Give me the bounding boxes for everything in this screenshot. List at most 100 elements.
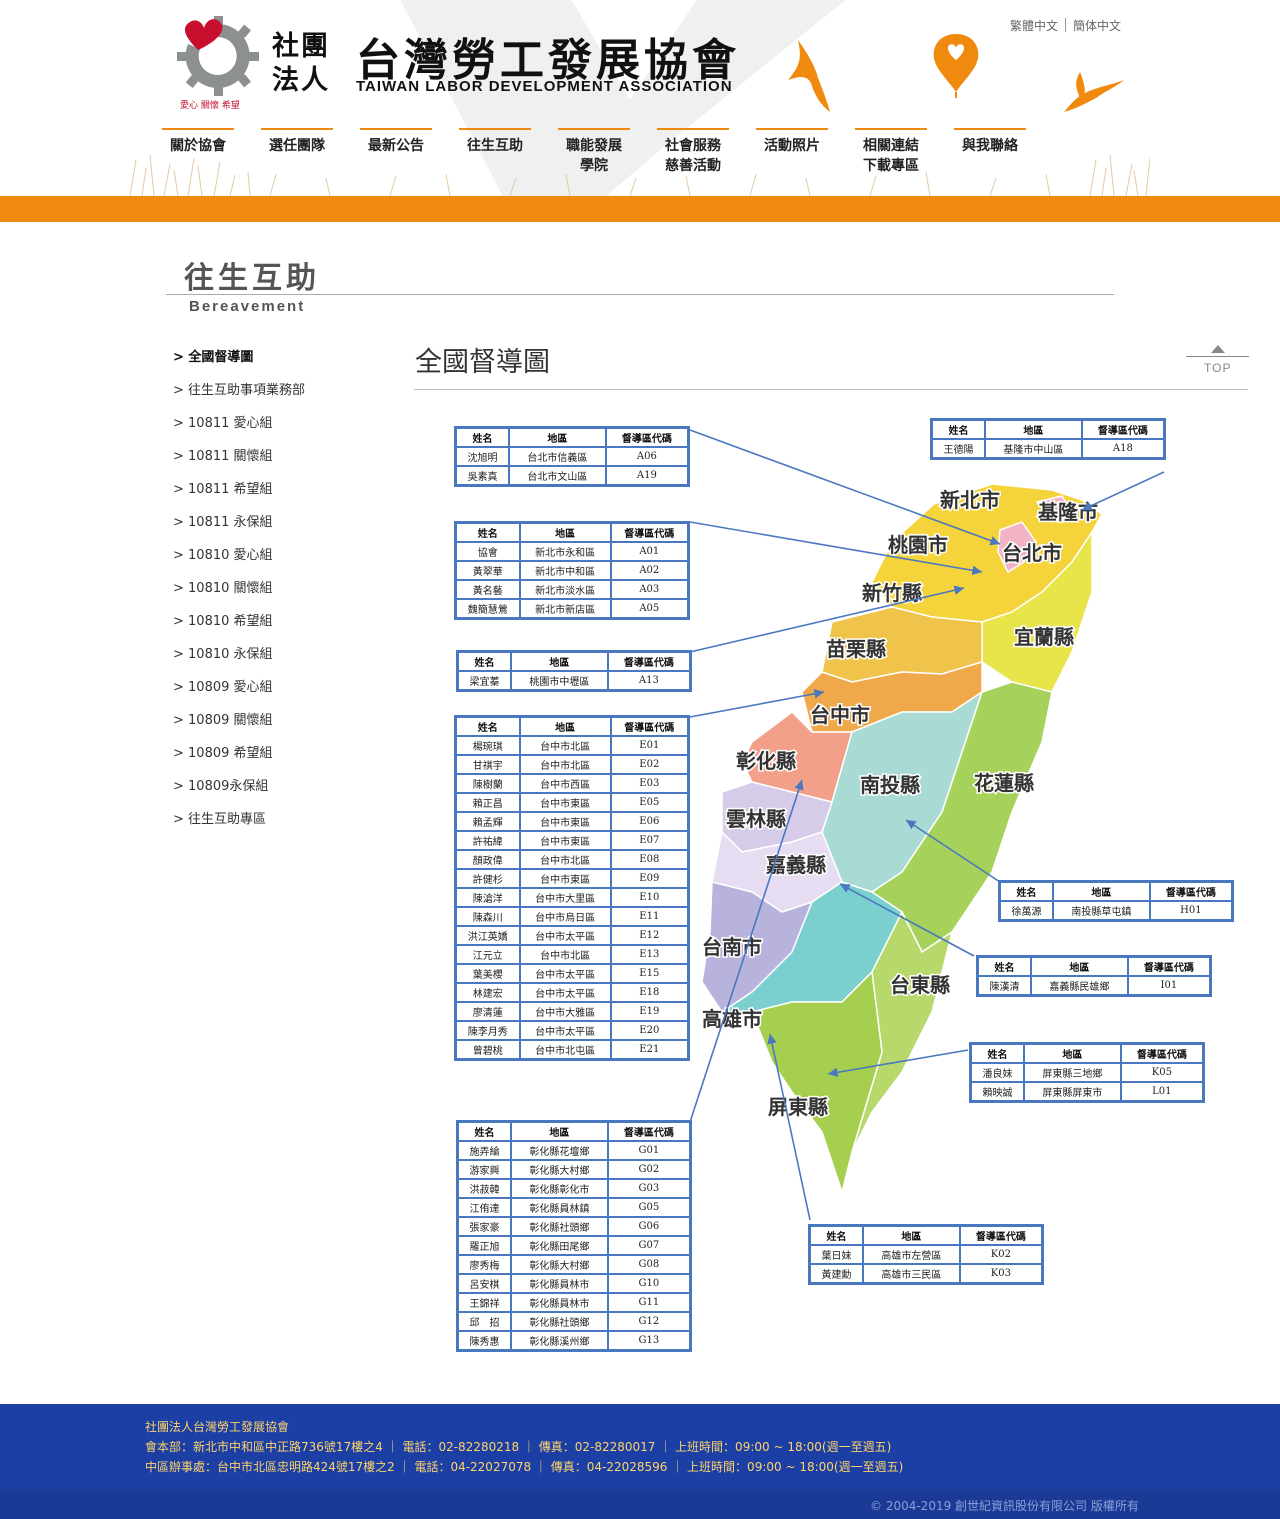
table-cell: 協會 [454, 541, 521, 562]
supervisor-table-pingtung: 姓名 地區 督導區代碼 潘良妹 屏東縣三地鄉 K05 賴映誠 屏東縣屏東市 L01 [969, 1042, 1205, 1103]
table-row: 賴孟輝 台中市東區 E06 [454, 811, 690, 832]
table-row: 張家豪 彰化縣社頭鄉 G06 [456, 1216, 692, 1237]
table-cell: K05 [1119, 1062, 1205, 1083]
table-header-cell: 督導區代碼 [606, 650, 692, 672]
table-cell: E08 [609, 849, 690, 870]
table-cell: E01 [609, 735, 690, 756]
table-cell: 台中市東區 [518, 792, 612, 813]
table-cell: 徐萬源 [998, 900, 1054, 922]
supervisor-table-taichung: 姓名 地區 督導區代碼 楊琬琪 台中市北區 E01 甘祺宇 台中市北區 E02 陳樹蘭 台中市西區 E… [454, 715, 690, 1061]
sidebar-item[interactable]: > 10810 永保組 [173, 646, 393, 679]
table-cell: 台中市北屯區 [518, 1039, 612, 1061]
sidebar-item[interactable]: > 10811 愛心組 [173, 415, 393, 448]
sidebar-menu: > 全國督導圖 > 往生互助事項業務部 > 10811 愛心組 > 10811 關懷組… [173, 349, 393, 844]
chevron-right-icon: > [173, 548, 189, 563]
table-cell: A05 [609, 598, 690, 620]
nav-item[interactable]: 與我聯絡 [954, 128, 1026, 156]
table-row: 洪江英嬌 台中市太平區 E12 [454, 925, 690, 946]
table-cell: 張家豪 [456, 1216, 512, 1237]
sidebar-item[interactable]: > 10809 愛心組 [173, 679, 393, 712]
supervisor-table-new-taipei: 姓名 地區 督導區代碼 協會 新北市永和區 A01 黃翠華 新北市中和區 A02 黃名藝 新北市淡水… [454, 521, 690, 620]
lang-simplified-link[interactable]: 簡体中文 [1073, 19, 1121, 33]
table-cell: 葉日妹 [808, 1244, 864, 1265]
sidebar-item-label: 10810 愛心組 [188, 548, 273, 563]
map-label-hualien: 花蓮縣 [974, 771, 1034, 795]
sidebar-item[interactable]: > 10809永保組 [173, 778, 393, 811]
table-cell: E05 [609, 792, 690, 813]
table-row: 甘祺宇 台中市北區 E02 [454, 754, 690, 775]
table-cell: G13 [606, 1330, 692, 1352]
table-row: 陳森川 台中市烏日區 E11 [454, 906, 690, 927]
sidebar-item[interactable]: > 10811 關懷組 [173, 448, 393, 481]
table-header-cell: 地區 [1051, 880, 1151, 902]
table-row: 吳素真 台北市文山區 A19 [454, 465, 690, 487]
table-cell: 彰化縣員林市 [509, 1273, 609, 1294]
table-row: 曾碧桃 台中市北屯區 E21 [454, 1039, 690, 1061]
nav-item[interactable]: 關於協會 [162, 128, 234, 156]
sidebar-item-label: 全國督導圖 [188, 350, 254, 365]
chevron-right-icon: > [173, 614, 189, 629]
back-to-top-button[interactable]: TOP [1186, 344, 1249, 378]
sidebar-item[interactable]: > 往生互助事項業務部 [173, 382, 393, 415]
language-switch: 繁體中文 簡体中文 [1010, 17, 1121, 34]
lang-traditional-link[interactable]: 繁體中文 [1010, 19, 1058, 33]
table-cell: 黃名藝 [454, 579, 521, 600]
table-cell: A06 [604, 446, 690, 467]
map-label-hsinchu: 新竹縣 [862, 581, 922, 605]
nav-item[interactable]: 社會服務 慈善活動 [657, 128, 729, 176]
table-row: 江元立 台中市北區 E13 [454, 944, 690, 965]
sidebar-item-label: 10811 愛心組 [188, 416, 273, 431]
table-cell: 彰化縣員林市 [509, 1292, 609, 1313]
table-cell: 基隆市中山區 [983, 438, 1083, 460]
supervisor-table-chiayi: 姓名 地區 督導區代碼 陳漢清 嘉義縣民雄鄉 I01 [976, 955, 1212, 997]
sidebar-item-label: 10810 關懷組 [188, 581, 273, 596]
table-cell: I01 [1126, 975, 1212, 997]
table-cell: G10 [606, 1273, 692, 1294]
logo-corp-type: 社團法人 [272, 31, 330, 96]
site-logo[interactable]: 愛心 關懷 希望 社團法人 台灣勞工發展協會 TAIWAN LABOR DEVE… [176, 14, 776, 114]
sidebar-item[interactable]: > 全國督導圖 [173, 349, 393, 382]
table-cell: 賴正昌 [454, 792, 521, 813]
supervisor-table-nantou: 姓名 地區 督導區代碼 徐萬源 南投縣草屯鎮 H01 [998, 880, 1234, 922]
supervisor-table-taoyuan: 姓名 地區 督導區代碼 梁宜蓁 桃園市中壢區 A13 [456, 650, 692, 692]
nav-item[interactable]: 選任團隊 [261, 128, 333, 156]
map-label-miaoli: 苗栗縣 [826, 637, 886, 661]
table-cell: 邱 招 [456, 1311, 512, 1332]
table-header-row: 姓名 地區 督導區代碼 [456, 650, 692, 672]
sidebar-item-label: 10810 永保組 [188, 647, 273, 662]
orange-bar [0, 196, 1280, 222]
sidebar-item[interactable]: > 10810 希望組 [173, 613, 393, 646]
top-button-label: TOP [1204, 361, 1232, 375]
chevron-right-icon: > [173, 713, 189, 728]
table-cell: 廖清蓮 [454, 1001, 521, 1022]
nav-item[interactable]: 相關連結 下載專區 [855, 128, 927, 176]
table-cell: 台中市北區 [518, 754, 612, 775]
table-cell: E02 [609, 754, 690, 775]
table-row: 楊琬琪 台中市北區 E01 [454, 735, 690, 756]
nav-item[interactable]: 職能發展 學院 [558, 128, 630, 176]
table-cell: E10 [609, 887, 690, 908]
table-cell: 黃翠華 [454, 560, 521, 581]
table-row: 葉日妹 高雄市左營區 K02 [808, 1244, 1044, 1265]
sidebar-item-label: 10809永保組 [188, 779, 269, 794]
nav-item[interactable]: 最新公告 [360, 128, 432, 156]
sidebar-item[interactable]: > 10810 愛心組 [173, 547, 393, 580]
table-row: 許健杉 台中市東區 E09 [454, 868, 690, 889]
nav-item[interactable]: 往生互助 [459, 128, 531, 156]
sidebar-item[interactable]: > 10811 希望組 [173, 481, 393, 514]
table-row: 洪菽韓 彰化縣彰化市 G03 [456, 1178, 692, 1199]
sidebar-item[interactable]: > 往生互助專區 [173, 811, 393, 844]
sidebar-item[interactable]: > 10810 關懷組 [173, 580, 393, 613]
sidebar-item[interactable]: > 10809 希望組 [173, 745, 393, 778]
table-header-row: 姓名 地區 督導區代碼 [808, 1224, 1044, 1246]
footer-copyright: © 2004-2019 創世紀資訊股份有限公司 版權所有 [870, 1499, 1139, 1513]
table-header-row: 姓名 地區 督導區代碼 [976, 955, 1212, 977]
nav-item[interactable]: 活動照片 [756, 128, 828, 156]
table-cell: 高雄市左營區 [861, 1244, 961, 1265]
table-cell: 楊琬琪 [454, 735, 521, 756]
map-label-yunlin: 雲林縣 [726, 807, 786, 831]
sidebar-item[interactable]: > 10811 永保組 [173, 514, 393, 547]
supervisor-table-taipei: 姓名 地區 督導區代碼 沈旭明 台北市信義區 A06 吳素真 台北市文山區 A19 [454, 426, 690, 487]
sidebar-item[interactable]: > 10809 關懷組 [173, 712, 393, 745]
map-label-taitung: 台東縣 [890, 973, 950, 997]
